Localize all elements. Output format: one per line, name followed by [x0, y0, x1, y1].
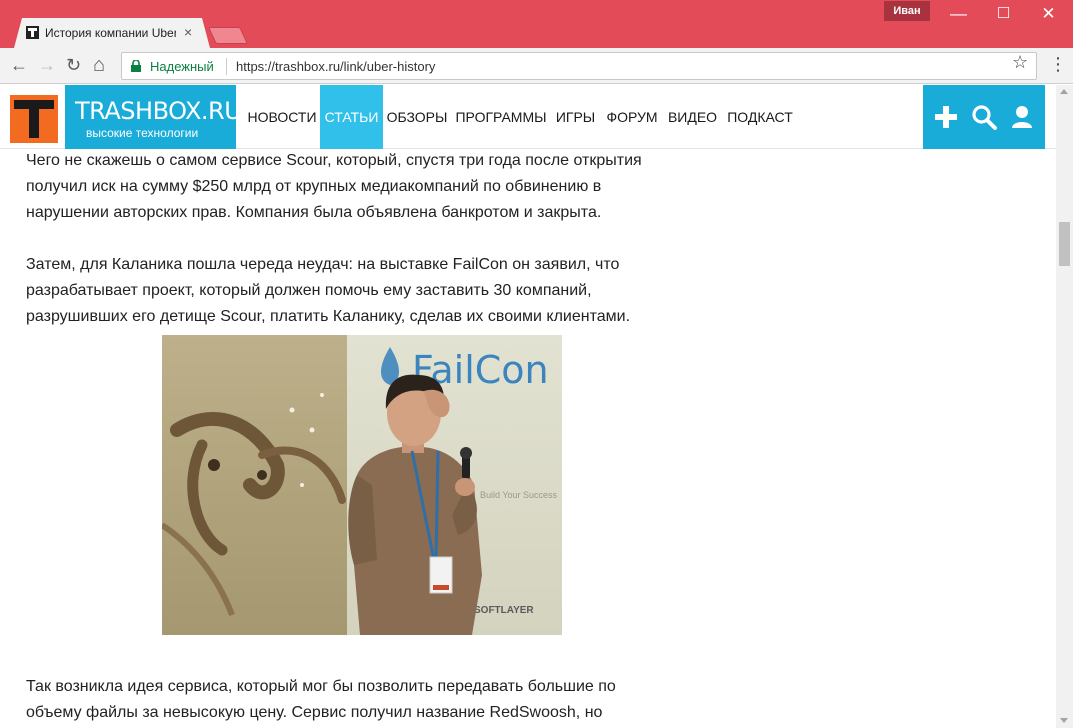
browser-titlebar: История компании Uber × Иван — ☐ ✕: [0, 0, 1073, 48]
text-line: Так возникла идея сервиса, который мог б…: [26, 678, 616, 695]
bookmark-star-icon[interactable]: ☆: [1012, 52, 1028, 73]
text-line: объему файлы за невысокую цену. Сервис п…: [26, 704, 603, 721]
maximize-button[interactable]: ☐: [981, 0, 1026, 28]
lock-icon: [131, 60, 141, 72]
browser-menu-icon[interactable]: ⋮: [1049, 54, 1067, 74]
profile-button[interactable]: Иван: [884, 1, 930, 21]
logo-name: TRASHBOX.RU: [75, 97, 242, 125]
forward-button[interactable]: →: [38, 55, 56, 75]
trashbox-favicon-icon: [26, 26, 39, 39]
address-separator: [226, 58, 227, 75]
new-tab-button[interactable]: [208, 27, 248, 44]
article-paragraph: Так возникла идея сервиса, который мог б…: [26, 674, 686, 726]
secure-label: Надежный: [150, 59, 214, 74]
nav-articles[interactable]: Статьи: [320, 85, 383, 149]
browser-toolbar: ← → ↻ ⌂ Надежный https://trashbox.ru/lin…: [0, 48, 1073, 84]
site-header: TRASHBOX.RU высокие технологии Новости С…: [0, 85, 1056, 149]
photo-tagline-text: Build Your Success: [480, 490, 558, 500]
text-line: Затем, для Каланика пошла череда неудач:…: [26, 256, 620, 273]
url-text[interactable]: https://trashbox.ru/link/uber-history: [236, 59, 435, 74]
browser-tab[interactable]: История компании Uber ×: [14, 18, 210, 48]
nav-forum[interactable]: Форум: [603, 85, 661, 149]
text-line: разрушивших его детище Scour, платить Ка…: [26, 308, 631, 325]
page-scrollbar[interactable]: [1056, 85, 1073, 728]
text-line: разрабатывает проект, который должен пом…: [26, 282, 592, 299]
photo-sponsor-text: SOFTLAYER: [474, 605, 534, 616]
article-body: Чего не скажешь о самом сервисе Scour, к…: [26, 150, 686, 728]
search-icon[interactable]: [970, 103, 998, 131]
failcon-photo: FailCon Build Your Success SOFTLAYER: [162, 335, 562, 635]
home-button[interactable]: ⌂: [93, 55, 105, 75]
scrollbar-thumb[interactable]: [1059, 222, 1070, 266]
nav-programs[interactable]: Программы: [453, 85, 549, 149]
reload-button[interactable]: ↻: [66, 55, 81, 75]
tab-title: История компании Uber: [45, 26, 176, 40]
plus-icon[interactable]: [932, 103, 960, 131]
nav-games[interactable]: Игры: [553, 85, 598, 149]
nav-video[interactable]: Видео: [665, 85, 720, 149]
user-icon[interactable]: [1008, 103, 1036, 131]
text-line: получил иск на сумму $250 млрд от крупны…: [26, 178, 602, 195]
article-paragraph: Затем, для Каланика пошла череда неудач:…: [26, 252, 686, 330]
scroll-up-arrow-icon[interactable]: [1060, 89, 1068, 94]
close-window-button[interactable]: ✕: [1026, 0, 1071, 28]
scroll-down-arrow-icon[interactable]: [1060, 718, 1068, 723]
header-actions: [923, 85, 1045, 149]
address-bar[interactable]: Надежный https://trashbox.ru/link/uber-h…: [121, 52, 1037, 80]
text-line: Чего не скажешь о самом сервисе Scour, к…: [26, 152, 642, 169]
back-button[interactable]: ←: [10, 55, 28, 75]
site-logo[interactable]: TRASHBOX.RU высокие технологии: [65, 85, 242, 149]
minimize-button[interactable]: —: [936, 0, 981, 28]
nav-reviews[interactable]: Обзоры: [385, 85, 449, 149]
tab-close-icon[interactable]: ×: [184, 24, 192, 40]
text-line: нарушении авторских прав. Компания была …: [26, 204, 602, 221]
nav-news[interactable]: Новости: [246, 85, 318, 149]
logo-tagline: высокие технологии: [86, 126, 199, 140]
nav-podcast[interactable]: Подкаст: [724, 85, 796, 149]
trashbox-logo-icon[interactable]: [10, 95, 58, 143]
article-paragraph: Чего не скажешь о самом сервисе Scour, к…: [26, 150, 686, 226]
